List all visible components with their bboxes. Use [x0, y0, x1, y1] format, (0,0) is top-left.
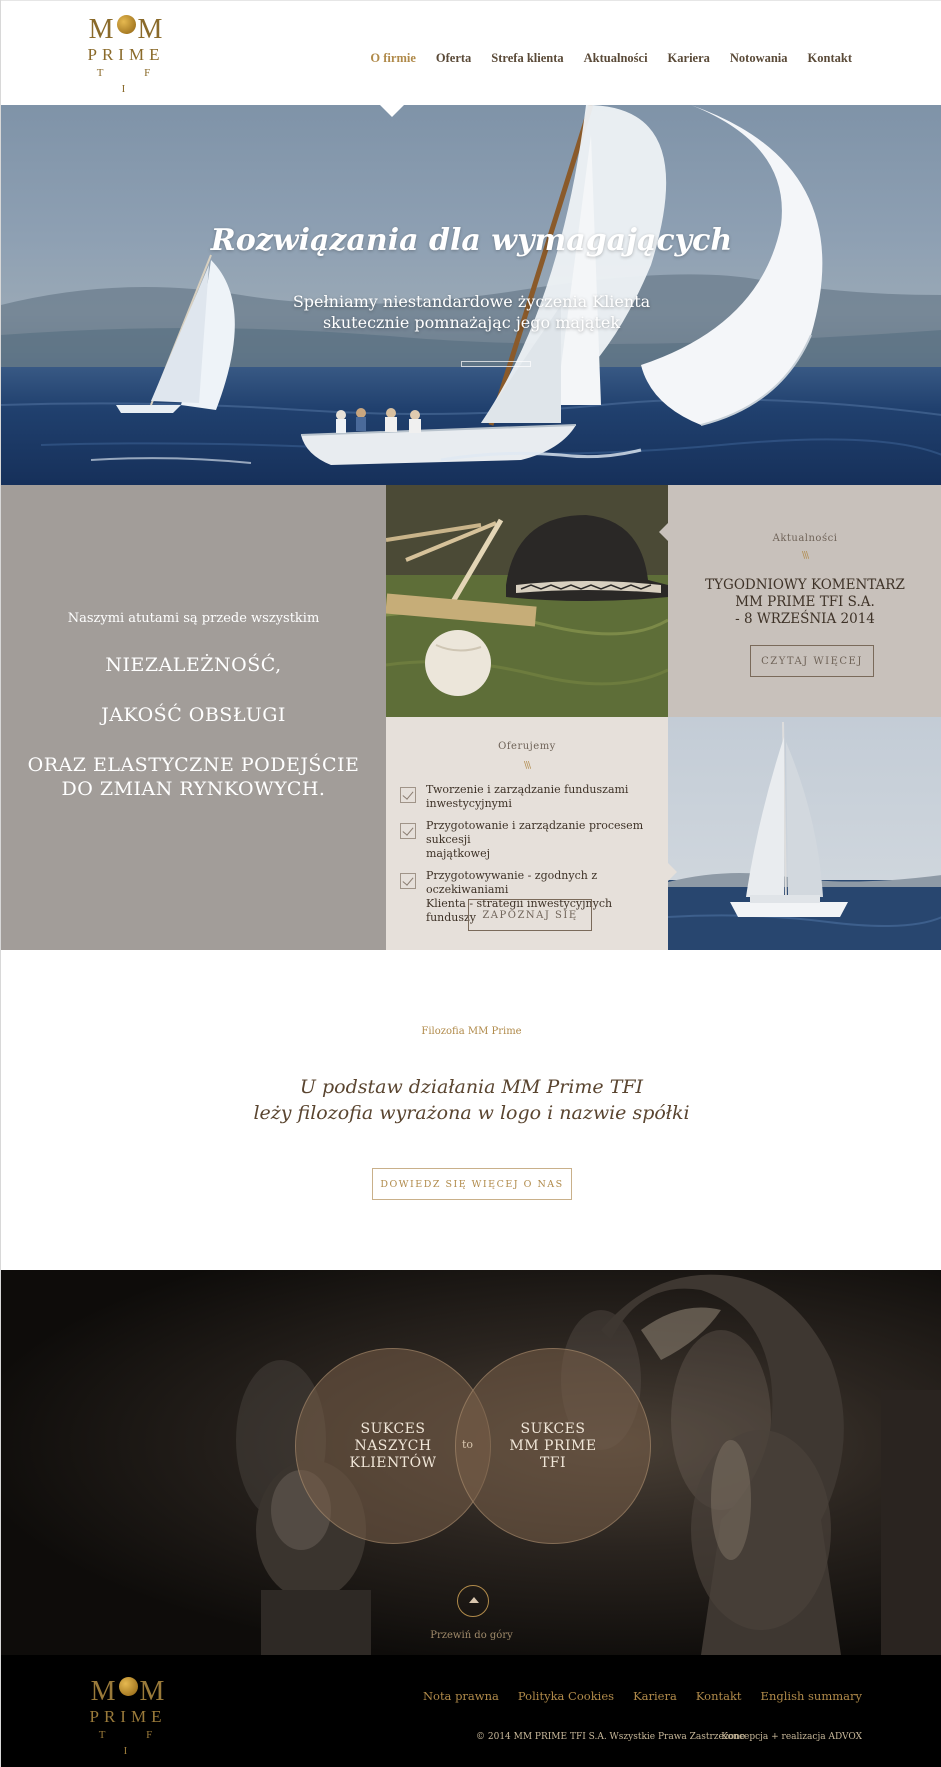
philosophy-label: Filozofia MM Prime — [421, 1026, 522, 1037]
clients-success-line3: KLIENTÓW — [349, 1454, 437, 1471]
logo-prime: PRIME — [87, 45, 165, 64]
polo-image — [386, 485, 668, 717]
clients-success-line2: NASZYCH — [354, 1437, 432, 1454]
strength-service-quality: JAKOŚĆ OBSŁUGI — [101, 704, 286, 726]
news-title-line1: TYGODNIOWY KOMENTARZ — [705, 577, 905, 593]
logo-tfi: T F I — [96, 67, 170, 95]
success-connector: to — [462, 1438, 474, 1451]
offer-notch — [668, 863, 677, 881]
philosophy-quote: U podstaw działania MM Prime TFI leży fi… — [1, 1074, 941, 1126]
footer-logo-coin-icon — [118, 1676, 138, 1696]
nav-kontakt[interactable]: Kontakt — [808, 51, 852, 66]
company-success-circle: SUKCES MM PRIME TFI — [455, 1348, 651, 1544]
footer-logo-tfi: T F I — [98, 1729, 172, 1757]
read-more-button[interactable]: CZYTAJ WIĘCEJ — [750, 645, 874, 677]
hero-title: Rozwiązania dla wymagających — [210, 223, 733, 258]
scroll-to-top-icon[interactable] — [457, 1585, 489, 1617]
footer-logo-prime: PRIME — [89, 1707, 167, 1726]
footer-nav: Nota prawna Polityka Cookies Kariera Kon… — [423, 1689, 862, 1703]
philosophy-quote-line2: leży filozofia wyrażona w logo i nazwie … — [253, 1102, 690, 1124]
footer-link-cookies[interactable]: Polityka Cookies — [518, 1689, 614, 1703]
catamaran-image — [668, 717, 941, 950]
footer-link-contact[interactable]: Kontakt — [696, 1689, 742, 1703]
nav-aktualnosci[interactable]: Aktualności — [584, 51, 648, 66]
active-nav-pointer — [379, 104, 405, 117]
main-nav: O firmie Oferta Strefa klienta Aktualnoś… — [370, 51, 852, 66]
page: MM PRIME T F I O firmie Oferta Strefa kl… — [0, 0, 941, 1767]
company-success-line2: MM PRIME — [509, 1437, 597, 1454]
news-label: Aktualności — [772, 533, 838, 544]
clients-success-line1: SUKCES — [360, 1420, 426, 1437]
about-us-button[interactable]: DOWIEDZ SIĘ WIĘCEJ O NAS — [372, 1168, 572, 1200]
footer-logo-m-left: M — [90, 1676, 117, 1707]
logo-m-left: M — [88, 14, 115, 45]
nav-notowania[interactable]: Notowania — [730, 51, 788, 66]
strength-flexibility: ORAZ ELASTYCZNE PODEJŚCIE DO ZMIAN RYNKO… — [1, 753, 386, 801]
news-title-line3: - 8 WRZEŚNIA 2014 — [735, 611, 875, 627]
news-notch — [659, 523, 668, 541]
credit-link[interactable]: Koncepcja + realizacja ADVOX — [721, 1732, 862, 1742]
offer-item-text: Przygotowanie i zarządzanie procesem suk… — [426, 819, 660, 861]
logo-m-right: M — [137, 14, 164, 45]
news-title: TYGODNIOWY KOMENTARZ MM PRIME TFI S.A. -… — [668, 577, 941, 628]
site-footer: MM PRIME T F I Nota prawna Polityka Cook… — [1, 1655, 941, 1767]
features-grid: Naszymi atutami są przede wszystkim NIEZ… — [1, 485, 941, 950]
offer-panel: Oferujemy \\\ Tworzenie i zarządzanie fu… — [386, 717, 668, 950]
offer-item-line2: inwestycyjnymi — [426, 797, 512, 810]
checkmark-icon — [400, 787, 416, 803]
scroll-to-top-label[interactable]: Przewiń do góry — [1, 1630, 941, 1641]
offer-item: Przygotowanie i zarządzanie procesem suk… — [400, 819, 660, 861]
hero-subtitle-line2: skutecznie pomnażając jego majątek — [322, 313, 621, 332]
footer-link-english[interactable]: English summary — [761, 1689, 862, 1703]
footer-logo[interactable]: MM PRIME T F I — [83, 1676, 173, 1757]
hero-slider-indicator[interactable] — [461, 361, 531, 367]
news-chevron-icon: \\\ — [801, 551, 809, 561]
strengths-panel: Naszymi atutami są przede wszystkim NIEZ… — [1, 485, 386, 950]
logo[interactable]: MM PRIME T F I — [81, 14, 171, 95]
copyright: © 2014 MM PRIME TFI S.A. Wszystkie Prawa… — [476, 1732, 746, 1742]
learn-more-button[interactable]: ZAPOZNAJ SIĘ — [468, 899, 592, 931]
offer-item-line2: majątkowej — [426, 847, 491, 860]
logo-coin-icon — [116, 14, 136, 34]
strength-independence: NIEZALEŻNOŚĆ, — [105, 654, 282, 676]
strength-flexibility-line2: DO ZMIAN RYNKOWYCH. — [61, 778, 326, 800]
philosophy-section: Filozofia MM Prime U podstaw działania M… — [1, 950, 941, 1270]
site-header: MM PRIME T F I O firmie Oferta Strefa kl… — [1, 0, 941, 105]
offer-item-line1: Przygotowanie i zarządzanie procesem suk… — [426, 819, 644, 846]
success-section: SUKCES NASZYCH KLIENTÓW SUKCES MM PRIME TFI … — [1, 1270, 941, 1655]
nav-oferta[interactable]: Oferta — [436, 51, 471, 66]
company-success-line3: TFI — [539, 1454, 567, 1471]
checkmark-icon — [400, 823, 416, 839]
nav-strefa-klienta[interactable]: Strefa klienta — [491, 51, 563, 66]
company-success-line1: SUKCES — [520, 1420, 586, 1437]
offer-item-line1: Tworzenie i zarządzanie funduszami — [426, 783, 629, 796]
footer-logo-m-right: M — [139, 1676, 166, 1707]
offer-chevron-icon: \\\ — [523, 761, 531, 771]
nav-kariera[interactable]: Kariera — [668, 51, 710, 66]
philosophy-quote-line1: U podstaw działania MM Prime TFI — [299, 1076, 644, 1098]
hero-subtitle: Spełniamy niestandardowe życzenia Klient… — [1, 291, 941, 333]
offer-item: Tworzenie i zarządzanie funduszami inwest… — [400, 783, 660, 811]
footer-link-legal-note[interactable]: Nota prawna — [423, 1689, 499, 1703]
hero-subtitle-line1: Spełniamy niestandardowe życzenia Klient… — [292, 292, 651, 311]
hero-banner: Rozwiązania dla wymagających Spełniamy n… — [1, 105, 941, 485]
offer-item-line1: Przygotowywanie - zgodnych z oczekiwania… — [426, 869, 598, 896]
offer-label: Oferujemy — [498, 741, 556, 752]
news-panel: Aktualności \\\ TYGODNIOWY KOMENTARZ MM … — [659, 485, 941, 717]
offer-item-text: Tworzenie i zarządzanie funduszami inwest… — [426, 783, 628, 811]
footer-link-career[interactable]: Kariera — [633, 1689, 677, 1703]
nav-o-firmie[interactable]: O firmie — [370, 51, 415, 66]
news-title-line2: MM PRIME TFI S.A. — [735, 594, 875, 610]
checkmark-icon — [400, 873, 416, 889]
strengths-intro: Naszymi atutami są przede wszystkim — [67, 611, 320, 626]
strength-flexibility-line1: ORAZ ELASTYCZNE PODEJŚCIE — [27, 754, 360, 776]
